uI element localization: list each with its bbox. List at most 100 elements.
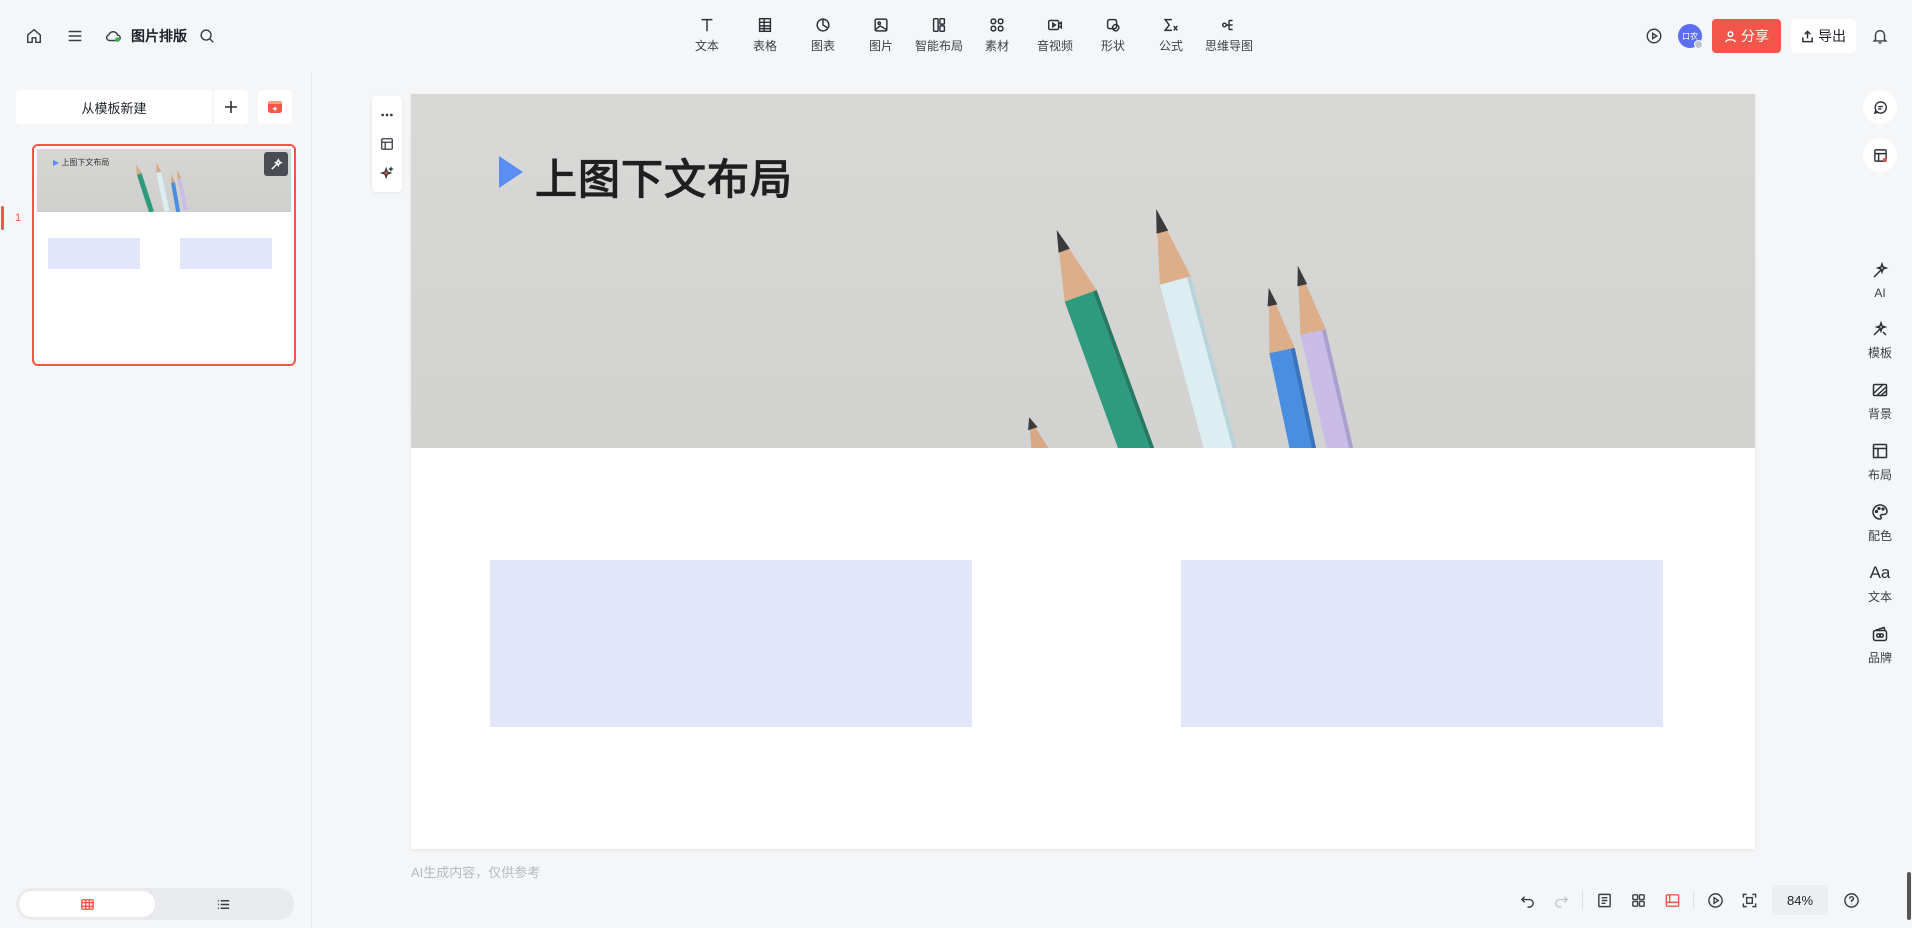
thumbnail-title-text: 上图下文布局: [61, 158, 110, 167]
toolbar-right: 口农 分享 导出: [1640, 19, 1894, 53]
search-button[interactable]: [193, 22, 221, 50]
panel-background[interactable]: 背景: [1860, 381, 1900, 422]
cloud-sync-button[interactable]: [99, 22, 127, 50]
comment-icon: [1873, 100, 1887, 114]
avatar[interactable]: 口农: [1678, 24, 1703, 49]
cloud-saved-icon: [105, 31, 121, 42]
slide-title[interactable]: 上图下文布局: [535, 146, 793, 207]
fit-screen-button[interactable]: [1732, 884, 1766, 916]
more-dots-icon: [381, 113, 393, 117]
slide-floating-tools: [372, 96, 402, 192]
play-button[interactable]: [1640, 22, 1668, 50]
panel-label: 布局: [1867, 468, 1892, 482]
notifications-button[interactable]: [1866, 22, 1894, 50]
ai-disclaimer: AI生成内容，仅供参考: [411, 865, 541, 880]
panel-layout[interactable]: 布局: [1860, 442, 1900, 483]
slide-view-icon: [1665, 893, 1679, 907]
outline-view-tab[interactable]: [155, 891, 291, 917]
home-button[interactable]: [20, 22, 48, 50]
panel-color-scheme[interactable]: 配色: [1860, 503, 1900, 544]
panel-label: 文本: [1867, 590, 1892, 604]
palette-icon: [1872, 504, 1888, 520]
slide-header-photo[interactable]: 上图下文布局: [411, 94, 1755, 448]
panel-brand[interactable]: 品牌: [1860, 625, 1900, 666]
add-slide-button[interactable]: [214, 90, 248, 124]
layout-icon: [381, 138, 393, 150]
title-accent-triangle: [499, 156, 523, 188]
new-slide-row: 从模板新建: [16, 90, 292, 124]
zoom-level[interactable]: 84%: [1772, 885, 1828, 915]
share-label: 分享: [1741, 28, 1769, 44]
slide-canvas[interactable]: 上图下文布局: [411, 94, 1755, 849]
thumbnail-template-badge[interactable]: [264, 152, 288, 176]
content-placeholder-left[interactable]: [490, 560, 972, 727]
tool-smart-layout[interactable]: 智能布局: [910, 16, 968, 54]
present-button[interactable]: [1698, 884, 1732, 916]
tool-label: 文本: [694, 39, 719, 53]
ai-sparkle-button[interactable]: [375, 161, 399, 185]
current-slide-marker: [1, 206, 4, 230]
tool-shape[interactable]: 形状: [1084, 16, 1142, 54]
new-from-template-button[interactable]: 从模板新建: [16, 90, 212, 124]
template-library-icon: [1873, 148, 1887, 162]
redo-button[interactable]: [1544, 884, 1578, 916]
normal-view-button[interactable]: [1655, 884, 1689, 916]
sparkle-icon: [380, 166, 394, 180]
filmstrip-icon: [80, 898, 94, 910]
assets-grid-icon: [990, 18, 1004, 32]
bottom-controls: 84%: [1510, 884, 1868, 916]
panel-ai[interactable]: AI: [1860, 262, 1900, 300]
formula-icon: [1163, 18, 1178, 32]
thumbnail-placeholder-right: [180, 238, 272, 269]
panel-text[interactable]: Aa 文本: [1860, 564, 1900, 605]
scrollbar-handle[interactable]: [1907, 872, 1911, 920]
text-aa-icon: Aa: [1869, 563, 1891, 582]
tool-assets[interactable]: 素材: [968, 16, 1026, 54]
grid-view-button[interactable]: [1621, 884, 1655, 916]
tool-image[interactable]: 图片: [852, 16, 910, 54]
template-library-button[interactable]: [1863, 138, 1897, 172]
toolbar-left: 图片排版: [20, 22, 221, 50]
help-button[interactable]: [1834, 884, 1868, 916]
thumbnail-view-tab[interactable]: [19, 891, 155, 917]
tool-text[interactable]: 文本: [678, 16, 736, 54]
tool-label: 音视频: [1036, 39, 1073, 53]
panel-template[interactable]: 模板: [1860, 320, 1900, 361]
divider: [54, 25, 55, 47]
slide-thumbnail[interactable]: ▶ 上图下文布局: [32, 144, 296, 366]
ai-new-slide-button[interactable]: [258, 90, 292, 124]
layout-icon: [1872, 443, 1888, 459]
redo-icon: [1554, 895, 1568, 908]
export-icon: [1802, 29, 1813, 42]
play-circle-icon: [1707, 892, 1723, 908]
notes-button[interactable]: [1587, 884, 1621, 916]
tool-label: 公式: [1158, 39, 1183, 53]
panel-label: AI: [1874, 286, 1886, 300]
share-button[interactable]: 分享: [1712, 19, 1781, 53]
document-title[interactable]: 图片排版: [131, 26, 187, 46]
ai-slide-icon: [268, 101, 282, 113]
tool-media[interactable]: 音视频: [1026, 16, 1084, 54]
tool-mindmap[interactable]: 思维导图: [1200, 16, 1258, 54]
tool-formula[interactable]: 公式: [1142, 16, 1200, 54]
thumbnail-title: ▶ 上图下文布局: [53, 158, 110, 167]
tool-label: 思维导图: [1204, 39, 1253, 53]
export-button[interactable]: 导出: [1791, 19, 1856, 53]
image-icon: [874, 18, 888, 32]
tool-label: 图片: [868, 39, 893, 53]
undo-button[interactable]: [1510, 884, 1544, 916]
content-placeholder-right[interactable]: [1181, 560, 1663, 727]
divider: [1582, 891, 1583, 909]
thumbnail-placeholder-left: [48, 238, 140, 269]
comments-button[interactable]: [1863, 90, 1897, 124]
panel-label: 品牌: [1867, 651, 1892, 665]
tool-table[interactable]: 表格: [736, 16, 794, 54]
slide-layout-button[interactable]: [375, 132, 399, 156]
menu-button[interactable]: [61, 22, 89, 50]
more-options-button[interactable]: [375, 103, 399, 127]
export-label: 导出: [1818, 28, 1846, 44]
tool-label: 表格: [752, 39, 777, 53]
tool-chart[interactable]: 图表: [794, 16, 852, 54]
tool-label: 素材: [984, 39, 1009, 53]
hamburger-menu-icon: [68, 30, 82, 42]
